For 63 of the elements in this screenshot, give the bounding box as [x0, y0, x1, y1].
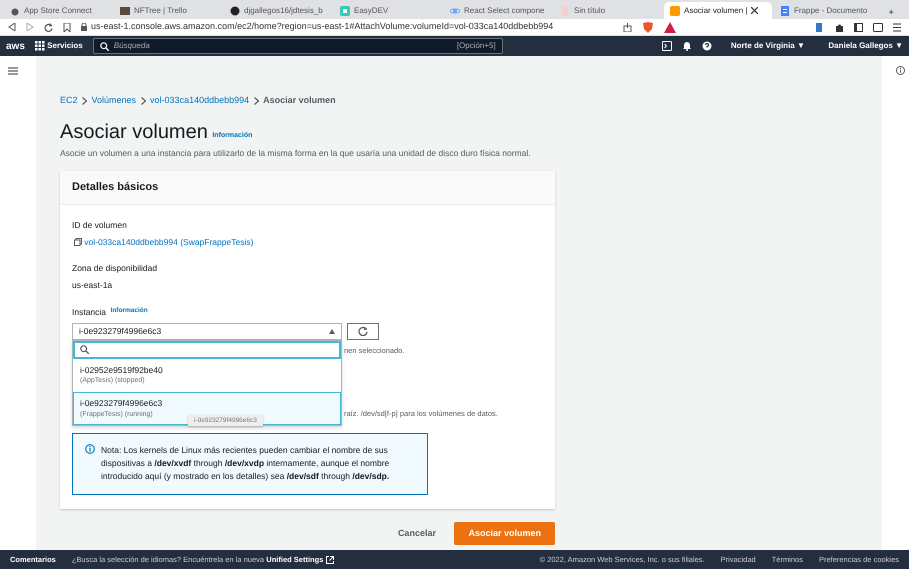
reload-icon — [44, 22, 53, 32]
share-icon — [623, 22, 632, 32]
browser-tab[interactable]: Asociar volumen | — [664, 2, 772, 19]
menu-icon — [8, 66, 18, 75]
breadcrumb-current: Asociar volumen — [263, 94, 336, 107]
close-icon — [751, 7, 758, 14]
search-icon — [100, 42, 109, 50]
aws-logo[interactable]: aws — [6, 38, 25, 54]
browser-tab[interactable]: Frappe - Documento — [774, 2, 882, 19]
browser-tab[interactable]: App Store Connect — [4, 2, 112, 19]
card-title: Detalles básicos — [60, 171, 555, 205]
address-field[interactable]: us-east-1.console.aws.amazon.com/ec2/home?region=us-east-1#AttachVolume:volumeId=vol-033ca140ddbebb994 — [91, 20, 554, 34]
info-icon — [85, 444, 95, 454]
external-link-icon — [326, 556, 334, 564]
atom-icon — [450, 6, 460, 16]
browser-tab[interactable]: EasyDEV — [334, 2, 442, 19]
square-icon — [340, 6, 350, 16]
field-label: Zona de disponibilidad — [72, 262, 158, 275]
window-icon — [873, 22, 883, 32]
lock-icon — [81, 23, 87, 31]
chevron-icon — [254, 96, 259, 105]
breadcrumb-link[interactable]: vol-033ca140ddbebb994 — [150, 94, 250, 108]
refresh-button[interactable] — [346, 322, 378, 340]
browser-tab[interactable]: React Select compone — [444, 2, 552, 19]
back-icon — [8, 23, 16, 31]
search-field[interactable]: Búsqueda [Opción+5] — [92, 38, 503, 54]
refresh-icon — [358, 326, 368, 336]
cancel-button[interactable]: Cancelar — [384, 522, 450, 546]
note-text: Nota: Los kernels de Linux más recientes pueden cambiar el nombre de sus dispositivas a /dev/xvdf through /dev/xvdp internamente, aunque el nombre introducido aquí (y mostrado en los detalles) sea /dev/sdf through /dev/sdp. — [101, 444, 390, 484]
bookmark-icon — [63, 22, 71, 32]
browser-tab[interactable]: djgallegos16/jdtesis_b — [224, 2, 332, 19]
browser-tab[interactable]: NFTree | Trello — [114, 2, 222, 19]
caret-up-icon — [329, 328, 335, 334]
services-menu[interactable]: Servicios — [47, 40, 83, 52]
breadcrumb-link[interactable]: Volúmenes — [92, 94, 136, 108]
volume-link[interactable]: vol-033ca140ddbebb994 (SwapFrappeTesis) — [84, 236, 254, 248]
help-icon — [702, 41, 712, 51]
page-description: Asocie un volumen a una instancia para utilizarlo de la misma forma en la que usaría una unidad de disco duro física normal. — [60, 146, 532, 160]
new-tab-button[interactable]: + — [884, 6, 898, 19]
page-title: Asociar volumen — [60, 122, 208, 142]
chevron-icon — [82, 96, 88, 105]
shield-icon — [642, 22, 654, 32]
region-menu[interactable]: Norte de Virginia ▼ — [730, 40, 805, 52]
copy-icon — [74, 238, 82, 246]
sidebar-icon — [854, 22, 863, 32]
menu-icon — [893, 22, 901, 32]
grid-icon — [34, 41, 45, 51]
info-icon — [896, 66, 905, 76]
breadcrumb-link[interactable]: EC2 — [60, 94, 78, 108]
instance-select[interactable]: i-0e923279f4996e6c3 — [72, 322, 342, 340]
chevron-icon — [140, 96, 146, 105]
field-label: ID de volumen — [72, 218, 128, 232]
field-value: us-east-1a — [72, 279, 114, 292]
user-menu[interactable]: Daniela Gallegos ▼ — [828, 40, 903, 52]
dropdown-search-field[interactable] — [73, 340, 341, 358]
document-icon — [780, 6, 790, 16]
bell-icon — [682, 41, 692, 51]
field-label: Instancia — [72, 306, 106, 318]
forward-icon — [26, 23, 34, 31]
triangle-icon — [664, 22, 676, 32]
search-icon — [80, 345, 89, 354]
browser-tab[interactable]: Sin título — [554, 2, 662, 19]
terminal-icon — [662, 41, 672, 51]
